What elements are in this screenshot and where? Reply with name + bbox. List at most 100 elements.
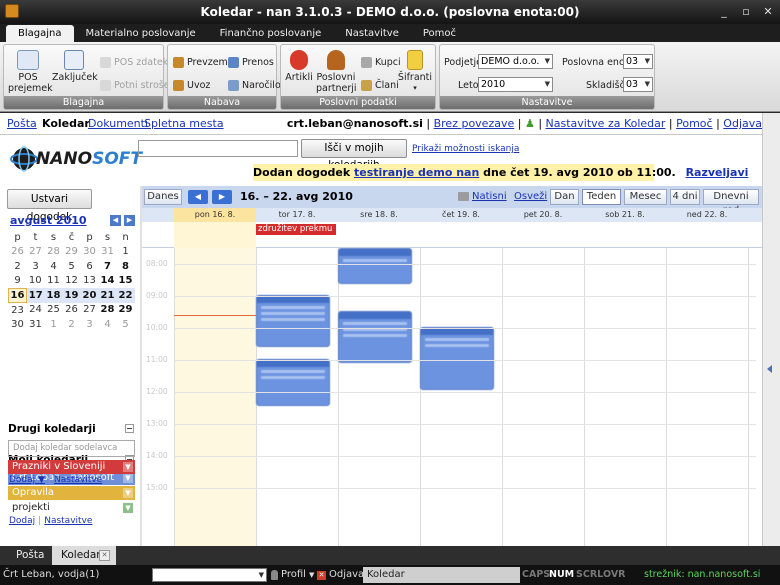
tab-financno[interactable]: Finančno poslovanje [208,25,334,42]
close-tab-icon[interactable]: ✕ [99,550,110,561]
mini-calendar-day[interactable]: 27 [81,303,99,318]
calendar-event[interactable] [338,311,412,363]
calendar-event[interactable] [256,295,330,347]
mini-calendar-day[interactable]: 26 [63,303,81,318]
other-calendar-settings-link[interactable]: Nastavitve [54,475,102,485]
add-coworker-calendar-input[interactable]: Dodaj koledar sodelavca [8,440,135,457]
mini-calendar-day[interactable]: 3 [81,317,99,332]
tab-blagajna[interactable]: Blagajna [6,25,74,42]
mini-calendar-day[interactable]: 25 [45,303,63,318]
pos-prejemek-button[interactable]: POS prejemek [8,50,53,94]
mini-calendar-day[interactable]: 28 [45,245,63,260]
chevron-down-icon[interactable]: ▼ [123,473,133,483]
add-calendar-link[interactable]: Dodaj [9,516,35,526]
add-other-calendar-link[interactable]: Dodaj ▼ [9,475,45,485]
today-button[interactable]: Danes [144,189,182,205]
skladisce-select[interactable]: 03 ▼ [623,77,653,92]
poslovna-enota-select[interactable]: 03 ▼ [623,54,653,69]
mini-calendar-day[interactable]: 13 [81,274,99,289]
create-event-button[interactable]: Ustvari dogodek [7,189,92,223]
mini-calendar-day[interactable]: 8 [117,259,135,274]
zakljucek-button[interactable]: Zaključek [52,50,98,83]
mini-calendar-day[interactable]: 17 [26,288,45,303]
poslovni-partnerji-button[interactable]: Poslovni partnerji [316,50,357,94]
mini-calendar-day[interactable]: 1 [45,317,63,332]
mini-calendar-day[interactable]: 22 [116,288,135,303]
link-nastavitve-koledar[interactable]: Nastavitve za Koledar [546,117,666,130]
day-header[interactable]: pet 20. 8. [502,208,584,222]
link-koledar[interactable]: Koledar [42,117,90,130]
mini-calendar-day[interactable]: 18 [44,288,63,303]
link-spletna-mesta[interactable]: Spletna mesta [144,117,224,130]
mini-calendar-day[interactable]: 3 [27,259,45,274]
mini-calendar-day[interactable]: 7 [99,259,117,274]
day-header[interactable]: sob 21. 8. [584,208,666,222]
day-header[interactable]: ned 22. 8. [666,208,748,222]
chevron-down-icon[interactable]: ▼ [123,488,133,498]
link-pomoc[interactable]: Pomoč [676,117,712,130]
clani-button[interactable]: Člani [361,80,399,91]
artikli-button[interactable]: Artikli [284,50,314,83]
mini-calendar-day[interactable]: 24 [27,303,45,318]
mini-calendar-day[interactable]: 19 [62,288,81,303]
link-brez-povezave[interactable]: Brez povezave [434,117,515,130]
link-dokumenti[interactable]: Dokumenti [88,117,148,130]
undo-link[interactable]: Razveljavi [686,166,749,179]
calendar-event[interactable] [256,359,330,406]
chevron-down-icon[interactable]: ▼ [123,462,133,472]
view-dnevni-red[interactable]: Dnevni red [703,189,759,216]
next-month-icon[interactable]: ▶ [124,215,135,226]
mini-calendar-day[interactable]: 21 [98,288,117,303]
chevron-down-icon[interactable]: ▼ [123,503,133,513]
view-4-dni[interactable]: 4 dni [670,189,700,205]
uvoz-button[interactable]: Uvoz [173,80,210,91]
tab-nastavitve[interactable]: Nastavitve [333,25,411,42]
next-week-icon[interactable]: ▶ [212,190,232,204]
right-panel-toggle[interactable] [762,113,780,546]
mini-calendar-day[interactable]: 5 [117,317,135,332]
tab-materialno[interactable]: Materialno poslovanje [74,25,208,42]
prev-week-icon[interactable]: ◀ [188,190,208,204]
status-combo[interactable]: ▼ [152,568,267,582]
prenos-button[interactable]: Prenos [228,57,274,68]
mini-calendar-day[interactable]: 29 [117,303,135,318]
prevzem-button[interactable]: Prevzem [173,57,228,68]
mini-calendar-day[interactable]: 1 [117,245,135,260]
calendar-settings-link[interactable]: Nastavitve [44,516,92,526]
mini-calendar-day[interactable]: 16 [8,287,27,303]
search-button[interactable]: Išči v mojih koledarjih [301,139,407,171]
mini-calendar-day[interactable]: 4 [45,259,63,274]
search-input[interactable] [138,140,298,157]
day-header[interactable]: pon 16. 8. [174,208,256,222]
minimize-icon[interactable]: _ [718,0,730,24]
mini-calendar-day[interactable]: 2 [63,317,81,332]
mini-calendar-day[interactable]: 23 [9,303,27,318]
mini-calendar-day[interactable]: 31 [99,245,117,260]
mini-calendar-day[interactable]: 30 [9,317,27,332]
mini-calendar-day[interactable]: 20 [80,288,99,303]
mini-calendar-day[interactable]: 26 [9,245,27,260]
day-header[interactable]: sre 18. 8. [338,208,420,222]
mini-calendar-day[interactable]: 6 [81,259,99,274]
sifranti-button[interactable]: Šifranti ▾ [397,50,433,94]
mini-calendar-day[interactable]: 9 [9,274,27,289]
mini-calendar-day[interactable]: 14 [99,274,117,289]
view-teden[interactable]: Teden [582,189,621,205]
mini-calendar-day[interactable]: 15 [117,274,135,289]
mini-calendar-day[interactable]: 10 [27,274,45,289]
allday-event[interactable]: združitev prekmu [256,224,336,235]
doctab-posta[interactable]: Pošta [0,546,52,565]
notice-event-link[interactable]: testiranje demo nan [354,166,479,179]
odjava-button[interactable]: ✕ Odjava [317,565,364,585]
calendar-event[interactable] [338,248,412,284]
mini-calendar-day[interactable]: 29 [63,245,81,260]
tab-pomoc[interactable]: Pomoč [411,25,468,42]
print-link[interactable]: Natisni [458,191,507,202]
mini-calendar-day[interactable]: 27 [27,245,45,260]
maximize-icon[interactable]: ▫ [740,0,752,24]
pos-zdatek-button[interactable]: POS zdatek [100,57,168,68]
mini-calendar-day[interactable]: 31 [27,317,45,332]
day-header[interactable]: čet 19. 8. [420,208,502,222]
profil-button[interactable]: Profil ▼ [271,565,314,585]
view-dan[interactable]: Dan [550,189,579,205]
